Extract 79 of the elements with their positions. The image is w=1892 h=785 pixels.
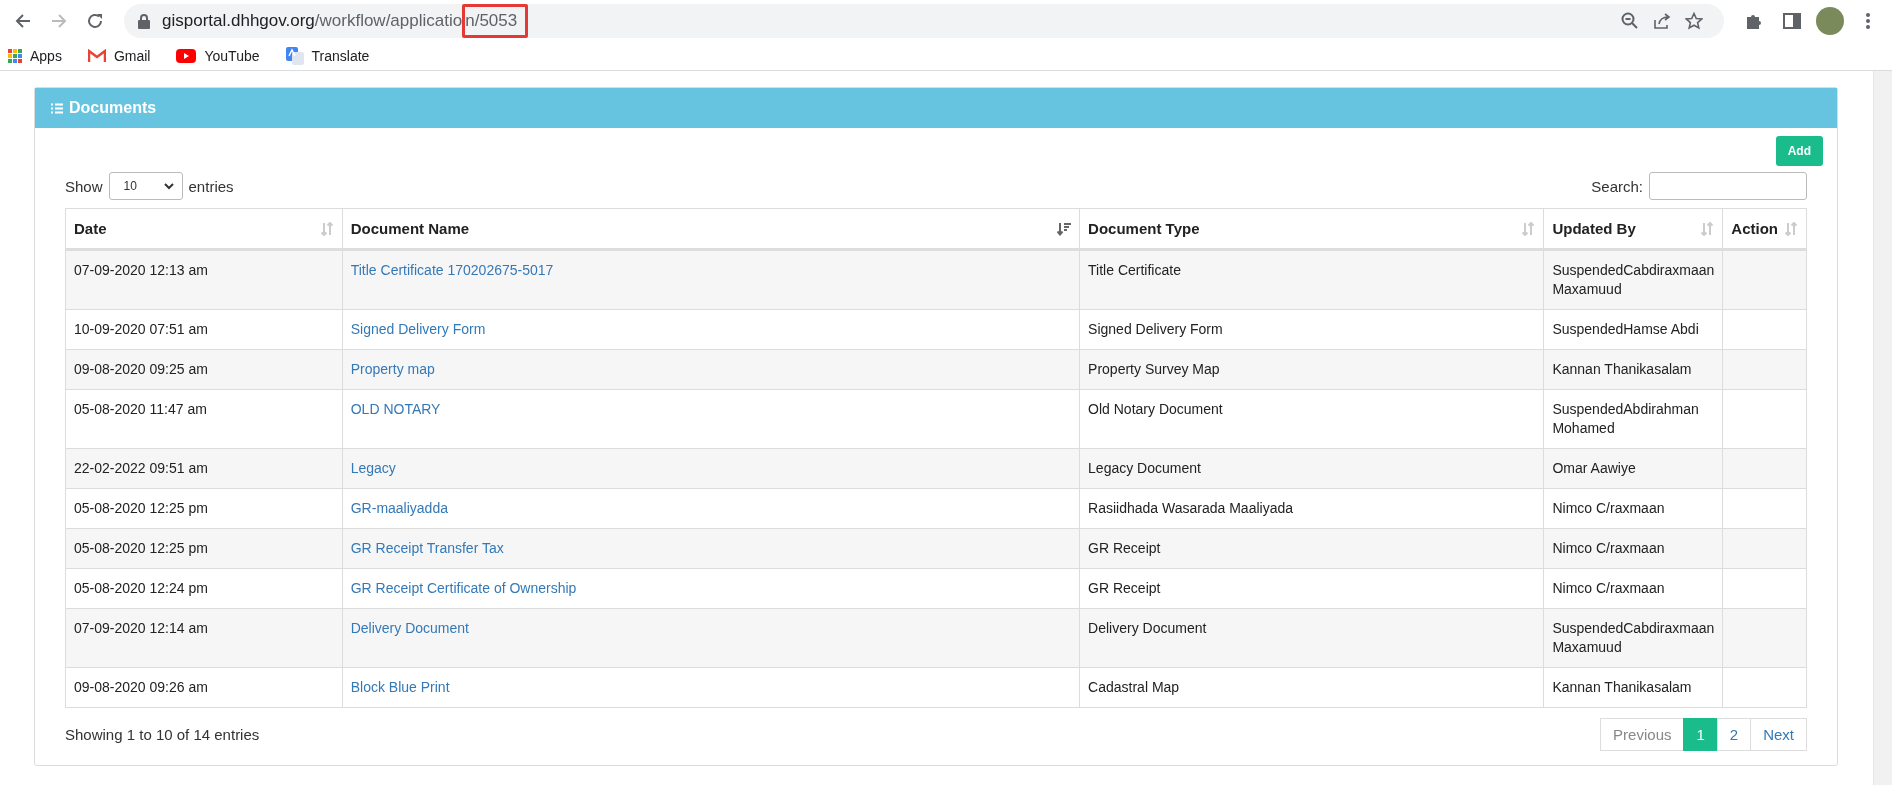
updated-by-cell: Nimco C/raxmaan bbox=[1543, 528, 1723, 569]
add-button[interactable]: Add bbox=[1775, 136, 1823, 166]
document-link[interactable]: OLD NOTARY bbox=[350, 401, 441, 417]
search-label: Search: bbox=[1591, 177, 1643, 195]
type-cell: GR Receipt bbox=[1079, 528, 1544, 569]
bookmark-link[interactable]: Translate bbox=[285, 47, 370, 65]
updated-by-cell: Nimco C/raxmaan bbox=[1543, 488, 1723, 529]
document-link[interactable]: Property map bbox=[350, 361, 435, 377]
highlighted-url-text: n/5053 bbox=[462, 4, 529, 38]
updated-by-cell: Nimco C/raxmaan bbox=[1543, 568, 1723, 609]
zoom-out-icon[interactable] bbox=[1621, 12, 1639, 30]
type-cell: Cadastral Map bbox=[1079, 667, 1544, 708]
document-link[interactable]: Legacy bbox=[350, 460, 396, 476]
date-cell: 10-09-2020 07:51 am bbox=[65, 309, 343, 350]
panel-title: Documents bbox=[69, 99, 157, 117]
updated-by-cell: Omar Aawiye bbox=[1543, 448, 1723, 489]
document-link[interactable]: Signed Delivery Form bbox=[350, 321, 486, 337]
date-cell: 05-08-2020 12:24 pm bbox=[65, 568, 343, 609]
document-link[interactable]: Delivery Document bbox=[350, 620, 469, 636]
list-icon bbox=[51, 102, 63, 114]
entries-dropdown[interactable]: 10 bbox=[108, 172, 183, 200]
updated-by-cell: SuspendedCabdiraxmaan Maxamuud bbox=[1543, 249, 1723, 310]
type-cell: Legacy Document bbox=[1079, 448, 1544, 489]
scrollbar[interactable] bbox=[1873, 71, 1892, 785]
apps-grid-icon bbox=[8, 49, 22, 63]
entries-info: Showing 1 to 10 of 14 entries bbox=[65, 726, 260, 743]
updated-by-cell: SuspendedCabdiraxmaan Maxamuud bbox=[1543, 608, 1723, 668]
play-icon bbox=[176, 49, 197, 63]
sort-icon bbox=[1521, 221, 1536, 236]
search-field[interactable] bbox=[1649, 172, 1807, 200]
share-icon[interactable] bbox=[1653, 12, 1671, 30]
address-bar[interactable]: gisportal.dhhgov.org/workflow/applicatio n/5053 bbox=[124, 4, 1724, 38]
entries-label: entries bbox=[188, 177, 234, 195]
chevron-down-icon bbox=[163, 182, 174, 190]
date-cell: 09-08-2020 09:25 am bbox=[65, 349, 343, 390]
avatar[interactable] bbox=[1816, 7, 1844, 35]
pagination-button[interactable]: 1 bbox=[1683, 718, 1718, 751]
sort-icon bbox=[1784, 221, 1798, 236]
type-cell: Delivery Document bbox=[1079, 608, 1544, 668]
bookmark-link[interactable]: Gmail bbox=[87, 48, 151, 64]
back-arrow-icon[interactable] bbox=[14, 12, 32, 30]
document-link[interactable]: GR Receipt Transfer Tax bbox=[350, 540, 504, 556]
sort-icon bbox=[319, 221, 334, 236]
type-cell: Signed Delivery Form bbox=[1079, 309, 1544, 350]
type-cell: Rasiidhada Wasarada Maaliyada bbox=[1079, 488, 1544, 529]
type-cell: GR Receipt bbox=[1079, 568, 1544, 609]
translate-icon bbox=[285, 47, 304, 65]
star-icon[interactable] bbox=[1685, 12, 1703, 30]
date-cell: 05-08-2020 11:47 am bbox=[65, 389, 343, 449]
document-link[interactable]: GR Receipt Certificate of Ownership bbox=[350, 580, 577, 596]
lock-icon bbox=[138, 13, 150, 29]
type-cell: Title Certificate bbox=[1079, 249, 1544, 310]
updated-by-cell: Kannan Thanikasalam bbox=[1543, 349, 1723, 390]
more-menu-icon[interactable] bbox=[1866, 13, 1870, 29]
bookmark-link[interactable]: Apps bbox=[8, 48, 62, 64]
date-cell: 05-08-2020 12:25 pm bbox=[65, 528, 343, 569]
bookmark-link[interactable]: YouTube bbox=[176, 48, 260, 64]
sort-descending-icon bbox=[1057, 221, 1072, 236]
document-link[interactable]: GR-maaliyadda bbox=[350, 500, 448, 516]
date-cell: 05-08-2020 12:25 pm bbox=[65, 488, 343, 529]
url-text: gisportal.dhhgov.org/workflow/applicatio bbox=[162, 11, 463, 31]
date-cell: 09-08-2020 09:26 am bbox=[65, 667, 343, 708]
type-cell: Old Notary Document bbox=[1079, 389, 1544, 449]
date-cell: 07-09-2020 12:14 am bbox=[65, 608, 343, 668]
updated-by-cell: Kannan Thanikasalam bbox=[1543, 667, 1723, 708]
reload-icon[interactable] bbox=[86, 12, 104, 30]
date-cell: 22-02-2022 09:51 am bbox=[65, 448, 343, 489]
sort-icon bbox=[1700, 221, 1715, 236]
document-link[interactable]: Block Blue Print bbox=[350, 679, 450, 695]
updated-by-cell: SuspendedAbdirahman Mohamed bbox=[1543, 389, 1723, 449]
puzzle-icon[interactable] bbox=[1745, 12, 1763, 30]
type-cell: Property Survey Map bbox=[1079, 349, 1544, 390]
updated-by-cell: SuspendedHamse Abdi bbox=[1543, 309, 1723, 350]
date-cell: 07-09-2020 12:13 am bbox=[65, 249, 343, 310]
mail-icon bbox=[87, 49, 106, 63]
show-label: Show bbox=[65, 177, 103, 195]
document-link[interactable]: Title Certificate 170202675-5017 bbox=[350, 262, 554, 278]
side-panel-icon[interactable] bbox=[1783, 13, 1801, 29]
pagination-button[interactable]: Next bbox=[1750, 718, 1807, 751]
